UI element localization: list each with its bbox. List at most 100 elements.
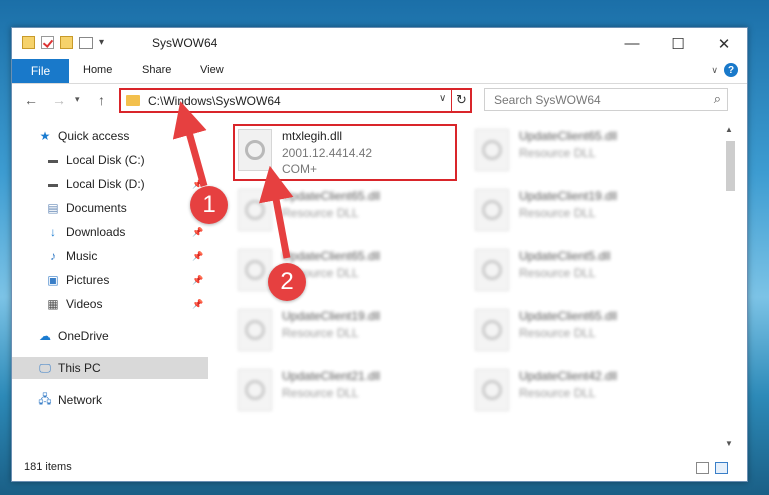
file-description: Resource DLL bbox=[519, 146, 596, 160]
address-bar[interactable]: C:\Windows\SysWOW64 ∨ ↻ bbox=[119, 88, 472, 113]
sidebar-item-label: This PC bbox=[58, 361, 101, 375]
recent-locations-button[interactable]: ▾ bbox=[75, 94, 80, 105]
qat-dropdown-icon[interactable]: ▾ bbox=[99, 37, 104, 48]
search-input[interactable]: Search SysWOW64 ⌕ bbox=[484, 88, 728, 111]
file-name: UpdateClient5.dll bbox=[519, 249, 611, 263]
file-highlight-box bbox=[233, 124, 457, 181]
drive-icon: ▬ bbox=[48, 178, 58, 190]
sidebar-item-pictures[interactable]: ▣ Pictures 📌 bbox=[12, 269, 208, 291]
gear-icon bbox=[482, 320, 502, 340]
quick-access-toolbar: ▾ bbox=[22, 36, 104, 49]
file-name: UpdateClient65.dll bbox=[282, 189, 381, 203]
file-item[interactable]: UpdateClient19.dll Resource DLL bbox=[475, 187, 685, 237]
gear-icon bbox=[482, 140, 502, 160]
tab-home[interactable]: Home bbox=[83, 64, 112, 76]
sidebar-item-label: OneDrive bbox=[58, 329, 109, 343]
file-tab[interactable]: File bbox=[12, 59, 69, 83]
sidebar-item-local-disk-d[interactable]: ▬ Local Disk (D:) 📌 bbox=[12, 173, 208, 195]
step-1-badge: 1 bbox=[190, 186, 228, 224]
gear-icon bbox=[482, 380, 502, 400]
properties-icon[interactable] bbox=[41, 36, 54, 49]
maximize-button[interactable]: ☐ bbox=[655, 28, 701, 59]
pictures-icon: ▣ bbox=[47, 273, 59, 287]
sidebar-item-onedrive[interactable]: ☁ OneDrive bbox=[12, 325, 208, 347]
file-name: UpdateClient19.dll bbox=[282, 309, 381, 323]
sidebar-item-label: Pictures bbox=[66, 273, 110, 287]
file-item[interactable]: UpdateClient65.dll Resource DLL bbox=[238, 187, 448, 237]
close-button[interactable]: ✕ bbox=[701, 28, 747, 59]
file-description: Resource DLL bbox=[519, 326, 596, 340]
sidebar-item-music[interactable]: ♪ Music 📌 bbox=[12, 245, 208, 267]
address-divider bbox=[451, 90, 452, 111]
sidebar-item-label: Downloads bbox=[66, 225, 126, 239]
file-item[interactable]: UpdateClient5.dll Resource DLL bbox=[475, 247, 685, 297]
file-name: UpdateClient65.dll bbox=[282, 249, 381, 263]
gear-icon bbox=[482, 200, 502, 220]
file-item[interactable]: UpdateClient65.dll Resource DLL bbox=[475, 127, 685, 177]
sidebar-item-network[interactable]: 🖧 Network bbox=[12, 389, 208, 411]
address-path[interactable]: C:\Windows\SysWOW64 bbox=[148, 94, 281, 108]
sidebar-item-videos[interactable]: ▦ Videos 📌 bbox=[12, 293, 208, 315]
back-button[interactable]: ← bbox=[24, 92, 38, 108]
sidebar-item-this-pc[interactable]: 🖵 This PC bbox=[12, 357, 208, 379]
network-icon: 🖧 bbox=[38, 391, 52, 406]
dll-file-icon bbox=[238, 249, 272, 291]
file-item[interactable]: UpdateClient42.dll Resource DLL bbox=[475, 367, 685, 417]
up-button[interactable]: ↑ bbox=[98, 92, 105, 108]
scroll-up-icon[interactable]: ▲ bbox=[725, 125, 733, 134]
music-icon: ♪ bbox=[50, 249, 56, 263]
large-icons-view-icon[interactable] bbox=[715, 462, 728, 474]
pin-icon: 📌 bbox=[192, 250, 204, 261]
gear-icon bbox=[245, 200, 265, 220]
address-dropdown-icon[interactable]: ∨ bbox=[439, 93, 446, 104]
sidebar-item-local-disk-c[interactable]: ▬ Local Disk (C:) bbox=[12, 149, 208, 171]
title-bar: ▾ SysWOW64 — ☐ ✕ bbox=[12, 28, 747, 59]
sidebar-item-label: Local Disk (D:) bbox=[66, 177, 145, 191]
gear-icon bbox=[245, 380, 265, 400]
gear-icon bbox=[245, 260, 265, 280]
dll-file-icon bbox=[475, 189, 509, 231]
dll-file-icon bbox=[475, 369, 509, 411]
file-name: UpdateClient21.dll bbox=[282, 369, 381, 383]
refresh-button[interactable]: ↻ bbox=[456, 92, 467, 108]
pin-icon: 📌 bbox=[192, 274, 204, 285]
scroll-down-icon[interactable]: ▼ bbox=[725, 439, 733, 448]
documents-icon: ▤ bbox=[47, 201, 59, 215]
details-view-icon[interactable] bbox=[696, 462, 709, 474]
navigation-pane: ★ Quick access ▬ Local Disk (C:) ▬ Local… bbox=[12, 121, 208, 451]
dll-file-icon bbox=[238, 369, 272, 411]
vertical-scrollbar[interactable]: ▲ ▼ bbox=[723, 121, 737, 451]
sidebar-item-label: Videos bbox=[66, 297, 103, 311]
folder-icon bbox=[126, 95, 140, 106]
search-placeholder: Search SysWOW64 bbox=[494, 93, 601, 107]
customize-icon[interactable] bbox=[79, 36, 93, 49]
pin-icon: 📌 bbox=[192, 298, 204, 309]
sidebar-item-quick-access[interactable]: ★ Quick access bbox=[12, 125, 208, 147]
dll-file-icon bbox=[475, 129, 509, 171]
scrollbar-thumb[interactable] bbox=[726, 141, 735, 191]
file-name: UpdateClient42.dll bbox=[519, 369, 618, 383]
status-bar: 181 items bbox=[12, 458, 747, 481]
gear-icon bbox=[482, 260, 502, 280]
ribbon-expand-icon[interactable]: ∨ bbox=[711, 65, 718, 76]
sidebar-item-downloads[interactable]: ↓ Downloads 📌 bbox=[12, 221, 208, 243]
file-description: Resource DLL bbox=[282, 326, 359, 340]
help-icon[interactable]: ? bbox=[724, 63, 738, 77]
forward-button[interactable]: → bbox=[52, 92, 66, 108]
search-icon[interactable]: ⌕ bbox=[714, 91, 721, 107]
tab-view[interactable]: View bbox=[200, 64, 224, 76]
file-item[interactable]: UpdateClient21.dll Resource DLL bbox=[238, 367, 448, 417]
sidebar-item-label: Music bbox=[66, 249, 98, 263]
sidebar-item-documents[interactable]: ▤ Documents 📌 bbox=[12, 197, 208, 219]
sidebar-item-label: Local Disk (C:) bbox=[66, 153, 145, 167]
file-description: Resource DLL bbox=[519, 266, 596, 280]
new-folder-icon[interactable] bbox=[60, 36, 73, 49]
tab-share[interactable]: Share bbox=[142, 64, 171, 76]
file-item[interactable]: UpdateClient19.dll Resource DLL bbox=[238, 307, 448, 357]
minimize-button[interactable]: — bbox=[609, 28, 655, 59]
file-item[interactable]: UpdateClient65.dll Resource DLL bbox=[475, 307, 685, 357]
downloads-icon: ↓ bbox=[50, 225, 56, 239]
ribbon: File Home Share View ∨ ? bbox=[12, 59, 747, 84]
sidebar-item-label: Network bbox=[58, 393, 103, 407]
file-name: UpdateClient19.dll bbox=[519, 189, 618, 203]
